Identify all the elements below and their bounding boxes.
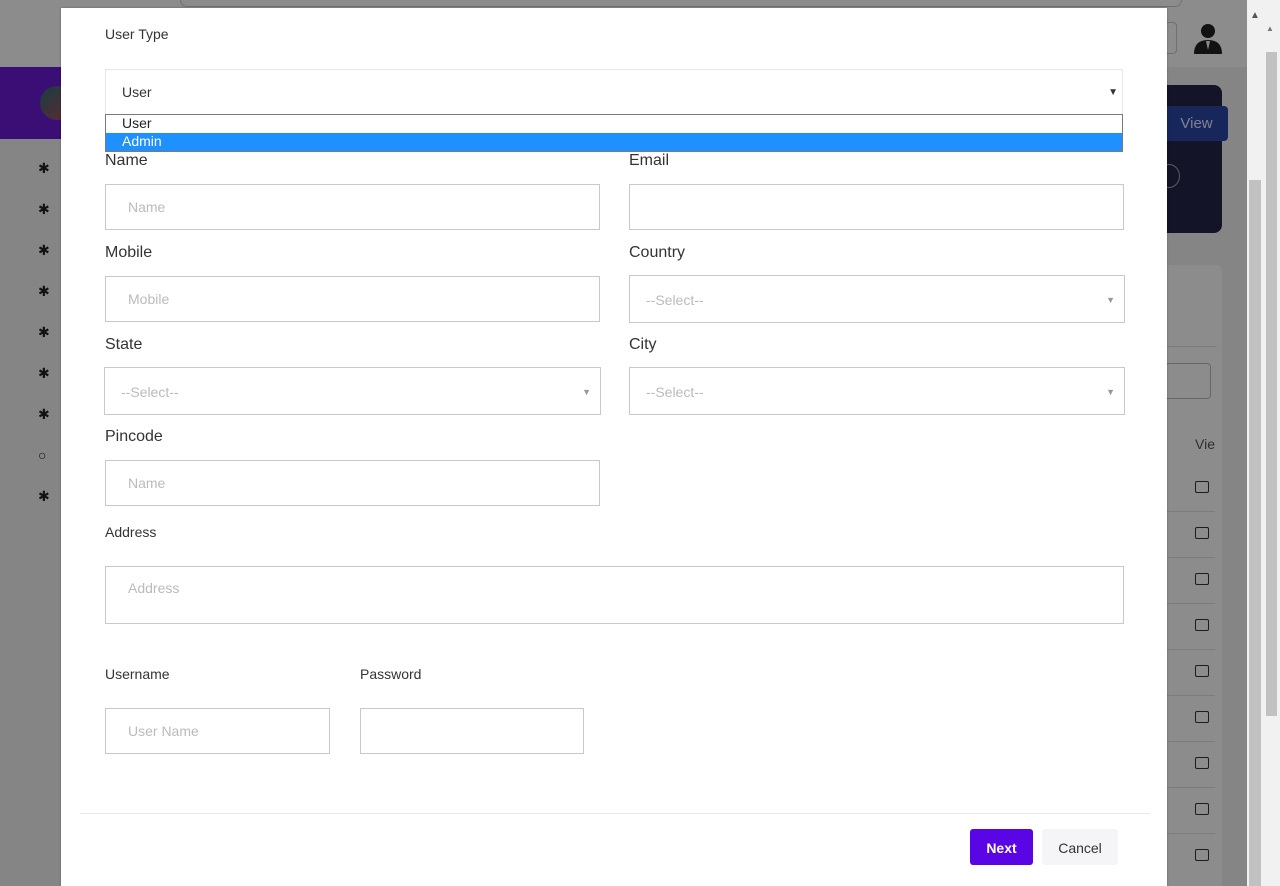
user-type-select[interactable]: User ▼ <box>105 69 1123 114</box>
email-input[interactable] <box>629 184 1124 230</box>
country-label: Country <box>629 244 686 261</box>
city-selected-value: --Select-- <box>646 384 704 400</box>
username-label: Username <box>105 666 170 682</box>
add-user-modal: User Type User ▼ User Admin Name Email M… <box>61 8 1167 886</box>
city-select[interactable]: --Select-- ▼ <box>629 367 1125 415</box>
scroll-up-arrow-icon[interactable]: ▲ <box>1266 24 1274 33</box>
dropdown-option-user[interactable]: User <box>106 115 1122 133</box>
password-label: Password <box>360 666 422 682</box>
country-select[interactable]: --Select-- ▼ <box>629 275 1125 323</box>
state-select[interactable]: --Select-- ▼ <box>104 367 601 415</box>
pincode-input[interactable] <box>105 460 600 506</box>
scroll-up-arrow-icon[interactable]: ▲ <box>1250 10 1260 21</box>
country-selected-value: --Select-- <box>646 292 704 308</box>
user-type-selected-value: User <box>122 84 152 100</box>
modal-footer-divider <box>80 813 1150 814</box>
caret-down-icon: ▼ <box>1106 295 1115 305</box>
user-type-dropdown-list[interactable]: User Admin <box>105 114 1123 152</box>
next-button[interactable]: Next <box>970 829 1033 865</box>
username-input[interactable] <box>105 708 330 754</box>
password-input[interactable] <box>360 708 584 754</box>
cancel-button[interactable]: Cancel <box>1042 829 1118 865</box>
state-selected-value: --Select-- <box>121 384 179 400</box>
page-scrollbar-thumb[interactable] <box>1249 180 1261 886</box>
user-type-label: User Type <box>105 26 169 42</box>
pincode-label: Pincode <box>105 428 163 445</box>
name-label: Name <box>105 152 148 169</box>
state-label: State <box>105 336 143 353</box>
city-label: City <box>629 336 657 353</box>
mobile-label: Mobile <box>105 244 153 261</box>
caret-down-icon: ▼ <box>1108 87 1118 98</box>
address-label: Address <box>105 524 157 540</box>
mobile-input[interactable] <box>105 276 600 322</box>
window-scrollbar-thumb[interactable] <box>1266 52 1277 716</box>
address-textarea[interactable] <box>105 566 1124 624</box>
caret-down-icon: ▼ <box>582 387 591 397</box>
dropdown-option-admin[interactable]: Admin <box>106 133 1122 151</box>
name-input[interactable] <box>105 184 600 230</box>
email-label: Email <box>629 152 670 169</box>
caret-down-icon: ▼ <box>1106 387 1115 397</box>
